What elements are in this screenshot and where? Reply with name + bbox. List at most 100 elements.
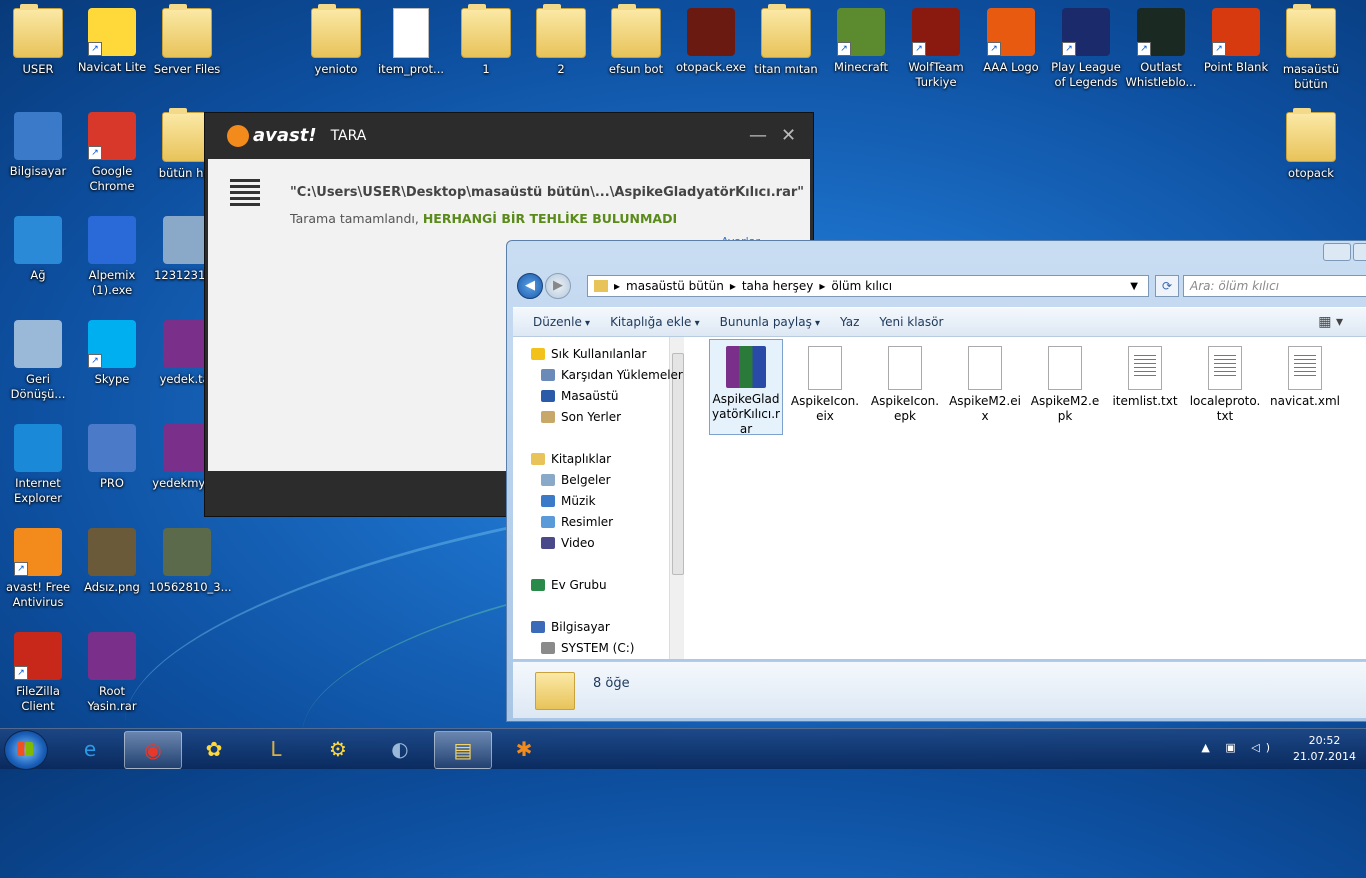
nav-item[interactable]: Sık Kullanılanlar [531,347,646,361]
maximize-button[interactable] [1353,243,1366,261]
nav-item[interactable]: Müzik [541,494,596,508]
file-item[interactable]: AspikeM2.eix [949,340,1021,424]
file-item[interactable]: AspikeIcon.epk [869,340,941,424]
desktop-icon[interactable]: ↗ Minecraft [823,8,899,75]
desktop-icon[interactable]: ↗ AAA Logo [973,8,1049,75]
share-with-button[interactable]: Bununla paylaş [720,315,820,329]
desktop-icon[interactable]: Alpemix (1).exe [74,216,150,298]
desktop-icon[interactable]: ↗ Play League of Legends [1048,8,1124,90]
text-file-icon [1288,346,1322,390]
desktop-icon[interactable]: 1 [448,4,524,77]
address-bar[interactable]: ▸ masaüstü bütün ▸ taha herşey ▸ ölüm kı… [587,275,1149,297]
nav-item[interactable]: Ev Grubu [531,578,607,592]
desktop-icon[interactable]: 2 [523,4,599,77]
desktop-icon[interactable]: yenioto [298,4,374,77]
desktop-icon[interactable]: Adsız.png [74,528,150,595]
taskbar-button-network-tool[interactable]: ⚙ [310,731,366,767]
file-item[interactable]: AspikeGladyatörKılıcı.rar [709,339,783,436]
avast-titlebar[interactable]: avast! TARA — ✕ [205,113,813,158]
desktop-icon[interactable]: Ağ [0,216,76,283]
breadcrumb-sep: ▸ [819,279,826,293]
desktop-icon[interactable]: ↗ WolfTeam Turkiye [898,8,974,90]
desktop-icon[interactable]: ↗ Google Chrome [74,112,150,194]
nav-item[interactable]: Bilgisayar [531,620,610,634]
file-pane: AspikeGladyatörKılıcı.rar AspikeIcon.eix A… [693,337,1366,659]
scroll-thumb[interactable] [672,353,684,575]
file-item[interactable]: localeproto.txt [1189,340,1261,424]
chevron-down-icon[interactable]: ▼ [1130,281,1138,292]
desktop-icon[interactable]: Server Files [149,4,225,77]
desktop-icon-label: PRO [100,476,124,490]
file-item[interactable]: AspikeIcon.eix [789,340,861,424]
file-icon [968,346,1002,390]
clock[interactable]: 20:52 21.07.2014 [1293,733,1356,765]
desktop-icon[interactable]: ↗ Navicat Lite [74,8,150,75]
text-file-icon [1128,346,1162,390]
nav-item[interactable]: SYSTEM (C:) [541,641,634,655]
folder-icon [594,280,608,292]
tray-icons[interactable]: ▲ ▣ ◁) [1201,741,1276,754]
nav-scrollbar[interactable] [669,337,684,659]
explorer-window[interactable]: ◀ ▶ ▸ masaüstü bütün ▸ taha herşey ▸ ölü… [506,240,1366,722]
new-folder-button[interactable]: Yeni klasör [879,315,943,329]
taskbar-button-navicat[interactable]: ✿ [186,731,242,767]
desktop-icon[interactable]: ↗ Outlast Whistleblo... [1123,8,1199,90]
desktop-icon[interactable]: ↗ FileZilla Client [0,632,76,714]
desktop-icon-label: AAA Logo [983,60,1039,74]
nav-item[interactable]: Masaüstü [541,389,618,403]
desktop-icon[interactable]: Geri Dönüşü... [0,320,76,402]
desktop-icon[interactable]: Bilgisayar [0,112,76,179]
minimize-button[interactable] [1323,243,1351,261]
close-button[interactable]: ✕ [781,125,796,146]
desktop-icon-label: WolfTeam Turkiye [908,60,964,89]
desktop-icon[interactable]: Internet Explorer [0,424,76,506]
taskbar-button-steam[interactable]: ◐ [372,731,428,767]
back-button[interactable]: ◀ [517,273,543,299]
forward-button[interactable]: ▶ [545,273,571,299]
taskbar-button-lol[interactable]: L [248,731,304,767]
taskbar-button-avast[interactable]: ✱ [496,731,552,767]
desktop-icon[interactable]: efsun bot [598,4,674,77]
desktop-icon[interactable]: ↗ avast! Free Antivirus [0,528,76,610]
file-item[interactable]: navicat.xml [1269,340,1341,409]
desktop-icon[interactable]: titan mıtan [748,4,824,77]
explorer-content: Sık Kullanılanlar Karşıdan Yüklemeler Masa… [513,337,1366,659]
nav-item[interactable]: Video [541,536,595,550]
desktop-icon[interactable]: ↗ Skype [74,320,150,387]
start-button[interactable] [4,730,48,770]
desktop-icon[interactable]: otopack.exe [673,8,749,75]
breadcrumb-item[interactable]: ölüm kılıcı [831,279,892,293]
nav-item[interactable]: Belgeler [541,473,611,487]
nav-item-label: SYSTEM (C:) [561,641,635,655]
folder-icon [13,4,63,58]
desktop-icon-label: yenioto [314,62,358,76]
desktop-icon-label: Minecraft [834,60,888,74]
organize-button[interactable]: Düzenle [533,315,590,329]
minimize-button[interactable]: — [749,125,767,146]
desktop-icon[interactable]: masaüstü bütün [1273,4,1349,92]
desktop-icon[interactable]: USER [0,4,76,77]
desktop-icon[interactable]: Root Yasin.rar [74,632,150,714]
search-input[interactable]: Ara: ölüm kılıcı [1183,275,1366,297]
refresh-button[interactable]: ⟳ [1155,275,1179,297]
taskbar-button-ie[interactable]: e [62,731,118,767]
view-options-icon[interactable]: ▦ ▾ [1318,314,1343,330]
desktop-icon[interactable]: otopack [1273,108,1349,181]
add-to-library-button[interactable]: Kitaplığa ekle [610,315,700,329]
burn-button[interactable]: Yaz [840,315,859,329]
file-item[interactable]: AspikeM2.epk [1029,340,1101,424]
desktop-icon-label: masaüstü bütün [1282,62,1340,91]
nav-item[interactable]: Resimler [541,515,613,529]
breadcrumb-item[interactable]: masaüstü bütün [626,279,724,293]
taskbar-button-chrome[interactable]: ◉ [124,731,182,769]
nav-item[interactable]: Kitaplıklar [531,452,611,466]
desktop-icon[interactable]: ↗ Point Blank [1198,8,1274,75]
breadcrumb-item[interactable]: taha herşey [742,279,814,293]
desktop-icon[interactable]: PRO [74,424,150,491]
desktop-icon[interactable]: item_prot... [373,8,449,77]
desktop-icon[interactable]: 10562810_3... [149,528,232,595]
nav-item[interactable]: Son Yerler [541,410,621,424]
taskbar-button-explorer[interactable]: ▤ [434,731,492,769]
nav-item[interactable]: Karşıdan Yüklemeler [541,368,683,382]
file-item[interactable]: itemlist.txt [1109,340,1181,409]
